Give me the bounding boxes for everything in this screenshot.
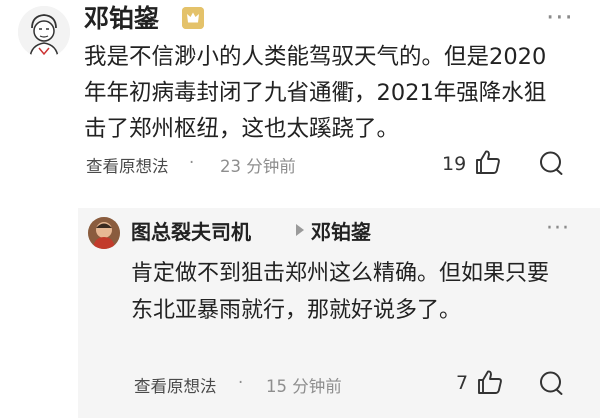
comment-bubble-icon[interactable]	[537, 369, 565, 397]
separator-dot: ·	[189, 153, 195, 172]
thumbs-up-icon[interactable]	[476, 368, 504, 396]
more-options-icon[interactable]: ···	[546, 218, 570, 240]
separator-dot: ·	[238, 373, 244, 392]
like-count: 7	[456, 372, 469, 394]
comment-bubble-icon[interactable]	[537, 149, 565, 177]
comment-thread: 邓铂鋆 ··· 我是不信渺小的人类能驾驭天气的。但是2020年年初病毒封闭了九省…	[0, 0, 600, 418]
comment-text: 我是不信渺小的人类能驾驭天气的。但是2020年年初病毒封闭了九省通衢，2021年…	[84, 44, 547, 142]
view-original-thought-link[interactable]: 查看原想法	[86, 153, 169, 177]
thumbs-up-icon[interactable]	[474, 148, 502, 176]
more-options-icon[interactable]: ···	[546, 5, 574, 31]
view-original-thought-link[interactable]: 查看原想法	[134, 373, 217, 397]
reply-time: 15 分钟前	[266, 377, 342, 396]
reply-author-name[interactable]: 图总裂夫司机	[131, 216, 251, 245]
reply-author-avatar[interactable]	[88, 217, 120, 249]
author-avatar[interactable]	[18, 6, 70, 58]
reply-arrow-icon	[296, 224, 304, 236]
comment-time: 23 分钟前	[220, 157, 296, 176]
author-name[interactable]: 邓铂鋆	[84, 2, 159, 36]
reply-text: 肯定做不到狙击郑州这么精确。但如果只要东北亚暴雨就行，那就好说多了。	[131, 261, 550, 323]
verified-badge-icon	[182, 7, 204, 29]
reply-target-name[interactable]: 邓铂鋆	[311, 216, 371, 245]
like-count: 19	[442, 153, 467, 175]
